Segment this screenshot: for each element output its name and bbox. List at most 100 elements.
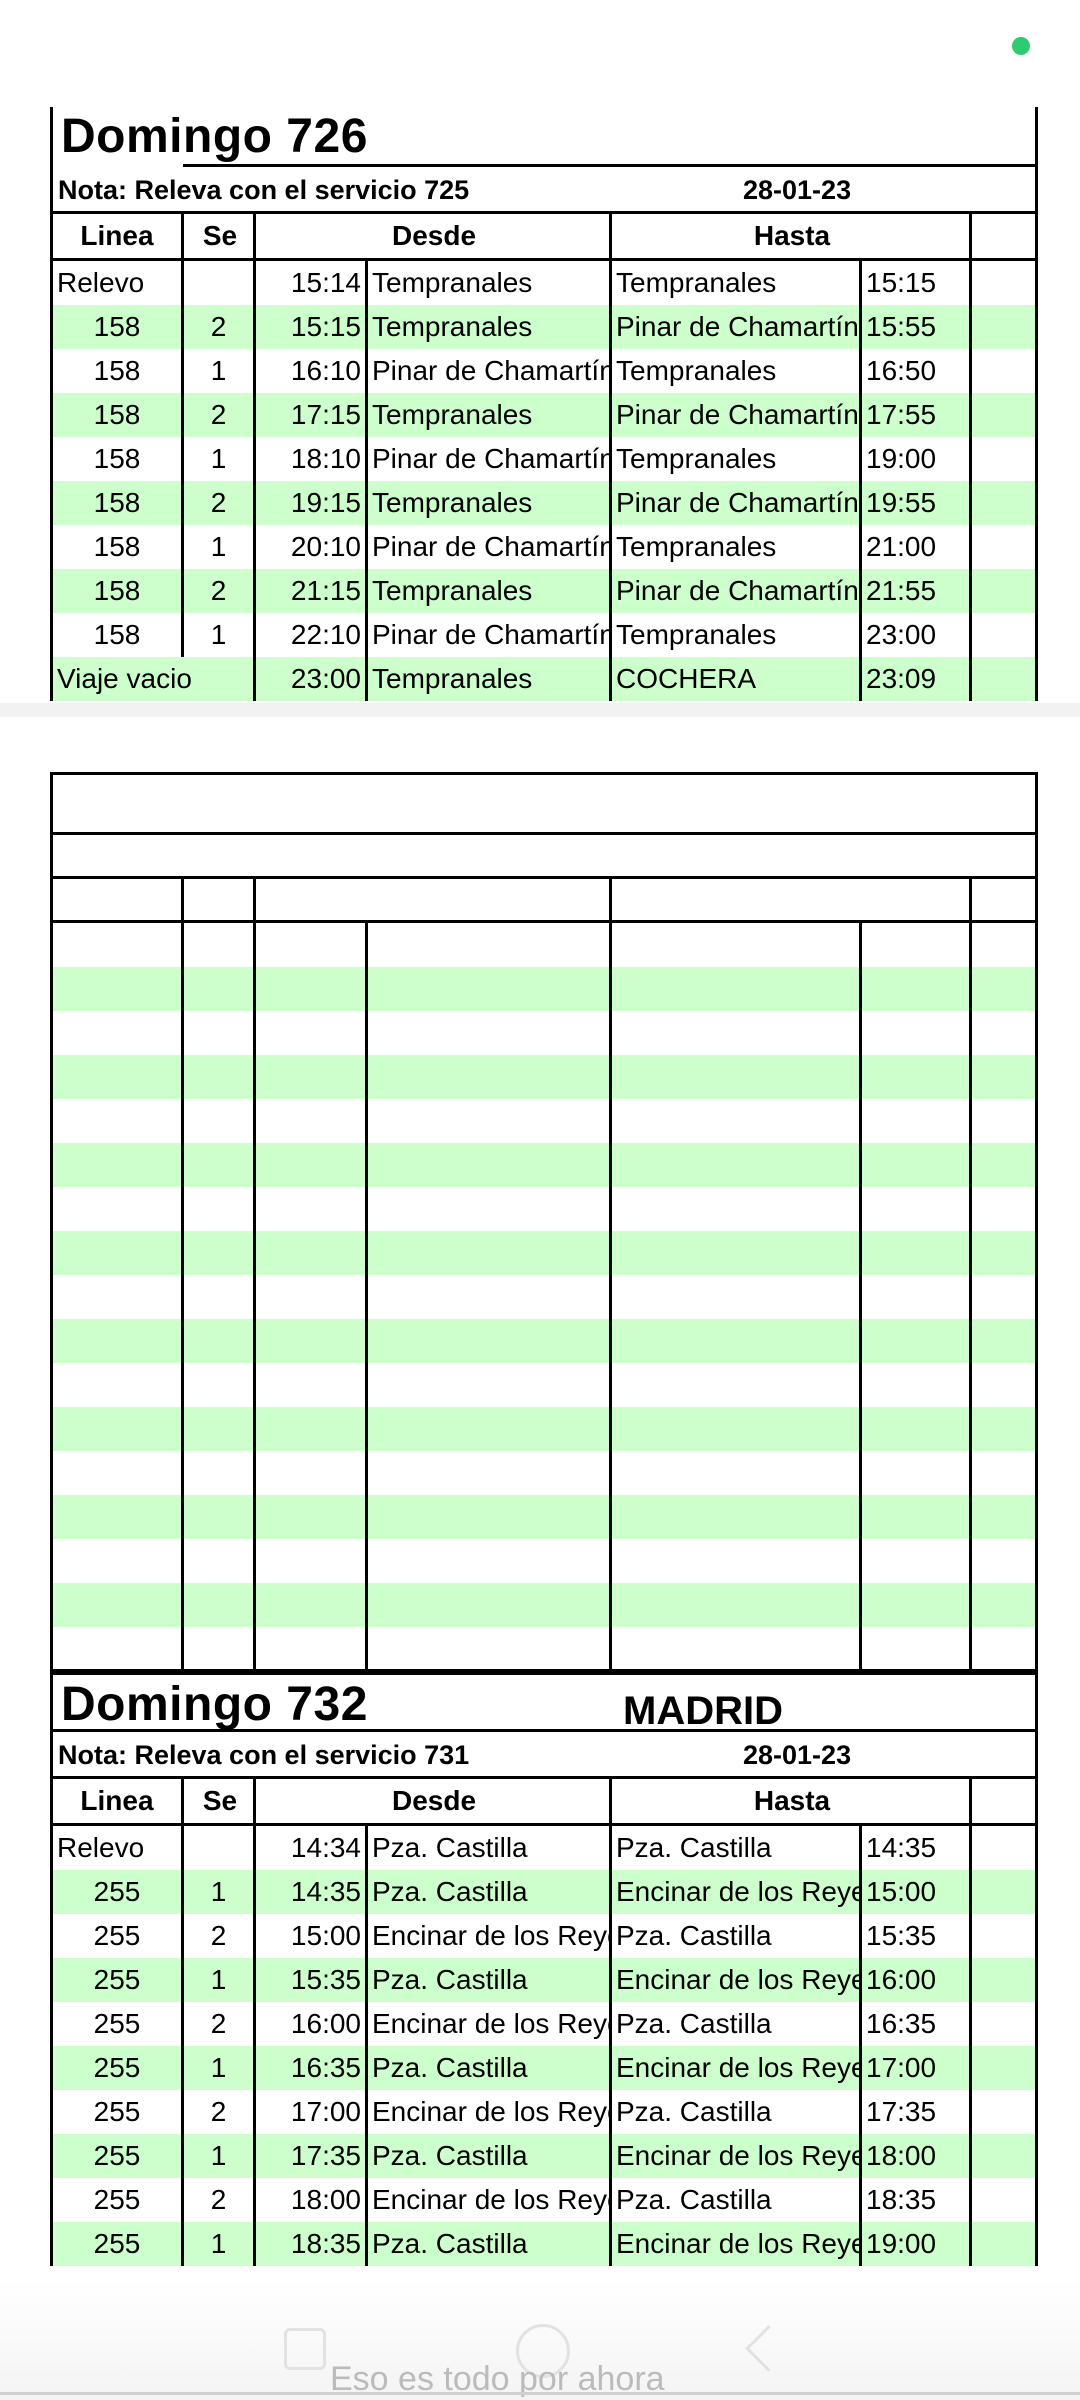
sheet-title: Domingo 726 [61,110,368,163]
cell-arrival-time: 19:00 [859,437,969,481]
page-separator [0,703,1080,717]
cell-departure-time: 15:14 [253,261,365,305]
status-indicator-dot [1012,37,1030,55]
cell-blank [969,1826,1035,1870]
empty-row [53,775,1035,835]
cell-desde: Tempranales [365,393,609,437]
cell-desde: Pza. Castilla [365,2046,609,2090]
cell-hasta: Encinar de los Reyes [609,1958,859,2002]
cell-blank [969,349,1035,393]
cell-hasta: Pza. Castilla [609,2090,859,2134]
header-linea: Linea [80,220,154,251]
nota-row: Nota: Releva con el servicio 725 28-01-2… [53,167,1035,214]
cell-blank [969,393,1035,437]
cell-se [181,1826,253,1870]
cell-desde: Pinar de Chamartín [365,437,609,481]
sheet-title: Domingo 732 [61,1678,368,1731]
header-blank [969,214,1038,258]
empty-row [53,1187,1035,1231]
table-row: Relevo 14:34 Pza. Castilla Pza. Castilla 14:… [53,1826,1035,1870]
empty-row [53,1495,1035,1539]
cell-blank [969,1958,1035,2002]
header-hasta: Hasta [609,1779,972,1823]
cell-departure-time: 15:00 [253,1914,365,1958]
cell-departure-time: 17:35 [253,2134,365,2178]
cell-arrival-time: 17:55 [859,393,969,437]
cell-desde: Pinar de Chamartín [365,613,609,657]
cell-se: 2 [181,569,253,613]
cell-se: 1 [181,1870,253,1914]
cell-blank [969,2090,1035,2134]
table-row: 255 1 17:35 Pza. Castilla Encinar de los Rey… [53,2134,1035,2178]
cell-hasta: Pza. Castilla [609,2178,859,2222]
table-row: 158 2 21:15 Tempranales Pinar de Chamartín 21… [53,569,1035,613]
cell-linea: Viaje vacio [57,663,192,694]
cell-se: 1 [181,2134,253,2178]
schedule-sheet-726: Domingo 726 Nota: Releva con el servicio… [50,107,1038,701]
table-row: 158 1 18:10 Pinar de Chamartín Tempranales 19… [53,437,1035,481]
cell-blank [969,2178,1035,2222]
table-row: 255 1 15:35 Pza. Castilla Encinar de los Rey… [53,1958,1035,2002]
empty-row [53,1539,1035,1583]
cell-linea: 158 [93,399,141,430]
cell-arrival-time: 23:09 [859,657,969,701]
cell-se: 1 [181,1958,253,2002]
cell-desde: Encinar de los Reyes [365,1914,609,1958]
table-row: 255 215:00Encinar de los ReyesPza. Castil… [53,1914,1035,1958]
sheet-city: MADRID [623,1689,783,1733]
cell-hasta: Pinar de Chamartín [609,481,859,525]
cell-desde: Pza. Castilla [365,1958,609,2002]
table-header: Linea Se Desde Hasta [53,214,1035,261]
cell-se [181,261,253,305]
table-body: Relevo 14:34 Pza. Castilla Pza. Castilla 14:… [53,1826,1035,2266]
nota-text: Nota: Releva con el servicio 725 [58,175,470,205]
cell-desde: Encinar de los Reyes [365,2002,609,2046]
empty-row [53,1011,1035,1055]
cell-linea: 255 [93,1920,141,1951]
cell-linea: 255 [93,2140,141,2171]
cell-departure-time: 19:15 [253,481,365,525]
cell-hasta: Encinar de los Reyes [609,2134,859,2178]
cell-desde: Encinar de los Reyes [365,2090,609,2134]
bottom-divider [0,2392,1080,2395]
cell-se: 2 [181,1914,253,1958]
cell-desde: Encinar de los Reyes [365,2178,609,2222]
cell-departure-time: 15:15 [253,305,365,349]
cell-se: 2 [181,481,253,525]
table-row: Relevo 15:14 Tempranales Tempranales 15:15 [53,261,1035,305]
cell-hasta: Encinar de los Reyes [609,2222,859,2266]
cell-arrival-time: 23:00 [859,613,969,657]
header-se: Se [181,214,256,258]
cell-hasta: Encinar de los Reyes [609,1870,859,1914]
cell-desde: Tempranales [365,481,609,525]
cell-departure-time: 18:10 [253,437,365,481]
cell-linea: 158 [93,487,141,518]
nota-date: 28-01-23 [743,1740,852,1770]
cell-linea: 255 [93,2228,141,2259]
recent-apps-icon[interactable] [284,2328,326,2370]
table-row: 255 1 16:35 Pza. Castilla Encinar de los Rey… [53,2046,1035,2090]
cell-blank [969,481,1035,525]
cell-se: 1 [181,2046,253,2090]
table-header: Linea Se Desde Hasta [53,1779,1035,1826]
cell-linea: 158 [93,531,141,562]
cell-arrival-time: 16:35 [859,2002,969,2046]
cell-linea: 158 [93,355,141,386]
cell-linea: Relevo [57,1832,145,1863]
cell-arrival-time: 17:35 [859,2090,969,2134]
cell-linea: 255 [93,1876,141,1907]
cell-departure-time: 18:35 [253,2222,365,2266]
cell-departure-time: 20:10 [253,525,365,569]
empty-row [53,1583,1035,1627]
cell-hasta: Pza. Castilla [609,1826,859,1870]
empty-row [53,879,1035,923]
cell-desde: Pza. Castilla [365,1826,609,1870]
cell-desde: Pza. Castilla [365,1870,609,1914]
cell-desde: Pinar de Chamartín [365,349,609,393]
cell-linea: 158 [93,311,141,342]
cell-arrival-time: 18:35 [859,2178,969,2222]
cell-departure-time: 14:34 [253,1826,365,1870]
cell-blank [969,2134,1035,2178]
sheet-title-row: Domingo 732 MADRID [53,1675,1035,1733]
cell-departure-time: 15:35 [253,1958,365,2002]
